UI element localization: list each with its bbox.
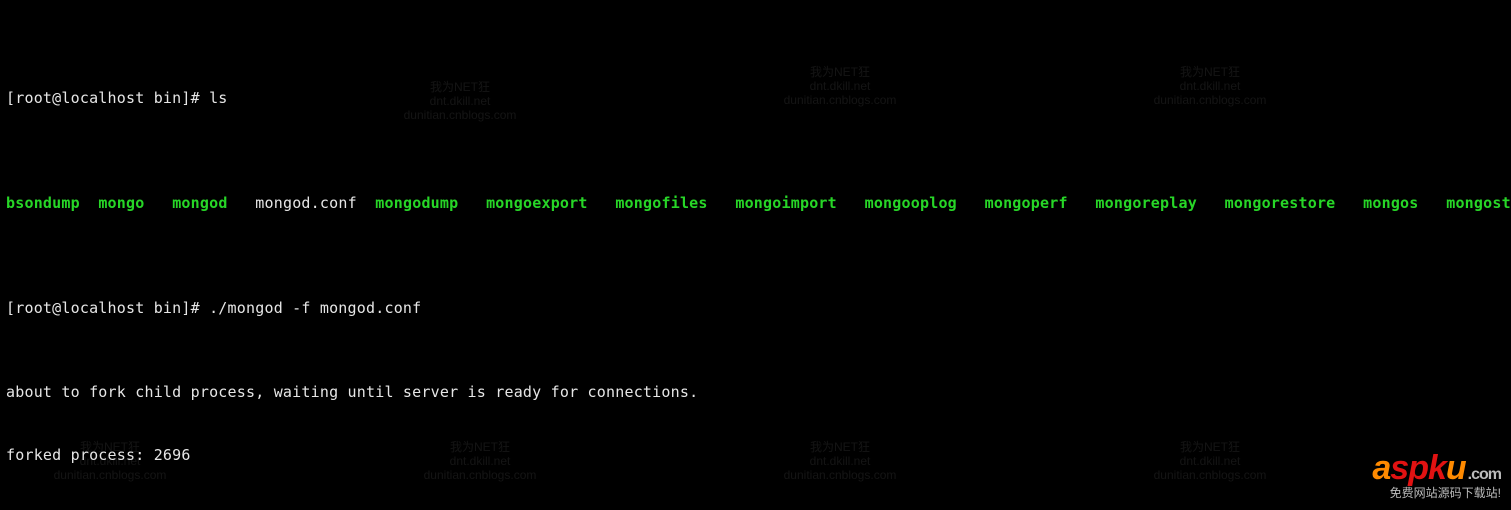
file-executable: mongodump — [375, 194, 458, 212]
file-executable: mongofiles — [615, 194, 707, 212]
terminal[interactable]: [root@localhost bin]# ls bsondump mongo … — [0, 0, 1511, 510]
prompt-line-ls: [root@localhost bin]# ls — [6, 88, 1505, 109]
file-executable: mongoreplay — [1095, 194, 1197, 212]
start-output-line: forked process: 2696 — [6, 445, 1505, 466]
file-executable: bsondump — [6, 194, 80, 212]
file-executable: mongoimport — [735, 194, 837, 212]
file-executable: mongos — [1363, 194, 1418, 212]
command-start: ./mongod -f mongod.conf — [209, 299, 421, 317]
file-executable: mongoexport — [486, 194, 588, 212]
file-executable: mongorestore — [1225, 194, 1336, 212]
start-output-line: about to fork child process, waiting unt… — [6, 382, 1505, 403]
file-executable: mongo — [98, 194, 144, 212]
ls-output-row: bsondump mongo mongod mongod.conf mongod… — [6, 193, 1505, 214]
shell-prompt: [root@localhost bin]# — [6, 299, 209, 317]
file-executable: mongostat — [1446, 194, 1511, 212]
file-executable: mongooplog — [865, 194, 957, 212]
shell-prompt: [root@localhost bin]# — [6, 89, 209, 107]
file-regular: mongod.conf — [255, 194, 357, 212]
file-executable: mongod — [172, 194, 227, 212]
prompt-line-start: [root@localhost bin]# ./mongod -f mongod… — [6, 298, 1505, 319]
file-executable: mongoperf — [985, 194, 1068, 212]
command-ls: ls — [209, 89, 227, 107]
